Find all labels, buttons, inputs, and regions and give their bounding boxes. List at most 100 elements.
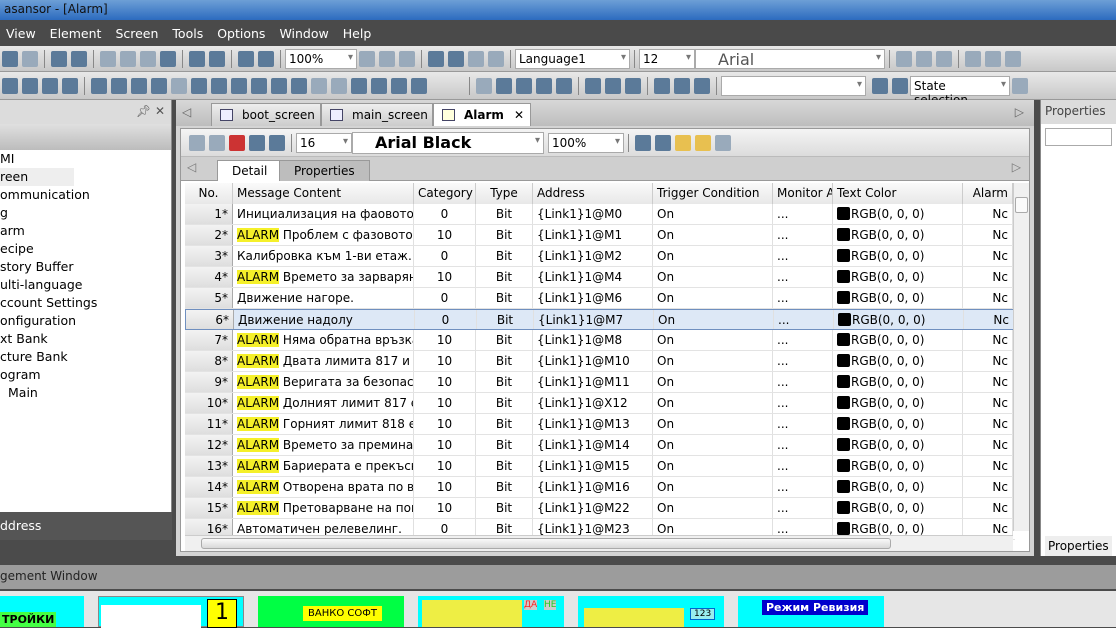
address-panel-tab[interactable]: ddress	[0, 512, 172, 540]
monitor-cell[interactable]: ...	[773, 372, 833, 392]
color-swatch[interactable]	[837, 291, 850, 304]
copy-icon[interactable]	[120, 50, 136, 67]
text-color-cell[interactable]: RGB(0, 0, 0)	[833, 330, 963, 350]
tab-detail[interactable]: Detail	[217, 160, 283, 181]
category-cell[interactable]: 10	[414, 456, 476, 476]
layout10-icon[interactable]	[694, 77, 710, 94]
zoom-fit-icon[interactable]	[399, 50, 415, 67]
message-cell[interactable]: ALARM Горният лимит 818 е от	[233, 414, 414, 434]
category-cell[interactable]: 10	[414, 267, 476, 287]
layout4-icon[interactable]	[556, 77, 572, 94]
address-cell[interactable]: {Link1}1@X12	[533, 393, 653, 413]
row-number[interactable]: 2*	[185, 225, 233, 245]
tree-item[interactable]: reen	[0, 168, 74, 186]
color-swatch[interactable]	[837, 480, 850, 493]
layout5-icon[interactable]	[585, 77, 601, 94]
address-cell[interactable]: {Link1}1@M1	[533, 225, 653, 245]
copy-icon[interactable]	[189, 134, 205, 151]
alarm-cell[interactable]: Nc	[963, 477, 1013, 497]
trigger-cell[interactable]: On	[653, 498, 773, 518]
alarm-cell[interactable]: Nc	[963, 330, 1013, 350]
type-cell[interactable]: Bit	[476, 414, 533, 434]
chart-icon[interactable]	[291, 77, 307, 94]
column-header[interactable]: Monitor Ac	[773, 183, 833, 204]
message-cell[interactable]: Движение надолу	[234, 310, 415, 329]
category-cell[interactable]: 10	[414, 225, 476, 245]
table-row[interactable]: 6* Движение надолу 0 Bit {Link1}1@M7 On... RGB…	[185, 309, 1015, 330]
state-select[interactable]: State selection...	[910, 75, 1010, 107]
link-icon[interactable]	[715, 134, 731, 151]
flip2-icon[interactable]	[488, 50, 504, 67]
undo-icon[interactable]	[51, 50, 67, 67]
text-color-cell[interactable]: RGB(0, 0, 0)	[833, 204, 963, 224]
row-number[interactable]: 8*	[185, 351, 233, 371]
column-header[interactable]: Alarm	[963, 183, 1013, 204]
layout1-icon[interactable]	[496, 77, 512, 94]
folder-import-icon[interactable]	[675, 134, 691, 151]
menu-window[interactable]: Window	[279, 26, 328, 41]
table-row[interactable]: 2*ALARM Проблем с фазовото ре10Bit{Link1…	[185, 225, 1015, 246]
message-cell[interactable]: ALARM Веригата за безопаснос	[233, 372, 414, 392]
tree-item[interactable]: onfiguration	[0, 312, 171, 330]
move-down-icon[interactable]	[249, 134, 265, 151]
category-cell[interactable]: 10	[414, 372, 476, 392]
monitor-cell[interactable]: ...	[773, 246, 833, 266]
align-left-icon[interactable]	[896, 50, 912, 67]
align-middle-icon[interactable]	[985, 50, 1001, 67]
tab-properties[interactable]: Properties	[279, 160, 370, 181]
layout6-icon[interactable]	[605, 77, 621, 94]
table-row[interactable]: 13*ALARM Бариерата е прекъсната10Bit{Lin…	[185, 456, 1015, 477]
alarm-cell[interactable]: Nc	[963, 456, 1013, 476]
trigger-cell[interactable]: On	[653, 204, 773, 224]
layout3-icon[interactable]	[536, 77, 552, 94]
type-cell[interactable]: Bit	[476, 288, 533, 308]
scrollbar-thumb[interactable]	[201, 538, 891, 549]
element-select[interactable]	[721, 75, 866, 96]
menu-help[interactable]: Help	[343, 26, 372, 41]
category-cell[interactable]: 0	[414, 288, 476, 308]
tree-item[interactable]: arm	[0, 222, 171, 240]
type-cell[interactable]: Bit	[476, 393, 533, 413]
color-swatch[interactable]	[837, 228, 850, 241]
category-cell[interactable]: 10	[414, 330, 476, 350]
menu-tools[interactable]: Tools	[172, 26, 203, 41]
address-cell[interactable]: {Link1}1@M13	[533, 414, 653, 434]
thumbnail-main[interactable]: ВАНКО СОФТ	[258, 596, 404, 627]
row-number[interactable]: 4*	[185, 267, 233, 287]
monitor-cell[interactable]: ...	[773, 267, 833, 287]
row-number[interactable]: 15*	[185, 498, 233, 518]
zoom-out-icon[interactable]	[379, 50, 395, 67]
message-cell[interactable]: Инициализация на фаовото ре	[233, 204, 414, 224]
alarm-cell[interactable]: Nc	[963, 288, 1013, 308]
table-row[interactable]: 15*ALARM Претоварване на помпа10Bit{Link…	[185, 498, 1015, 519]
type-cell[interactable]: Bit	[476, 477, 533, 497]
menu-view[interactable]: View	[6, 26, 36, 41]
close-icon[interactable]: ✕	[155, 104, 165, 118]
category-cell[interactable]: 10	[414, 477, 476, 497]
scale-icon[interactable]	[42, 77, 58, 94]
column-header[interactable]: Address	[533, 183, 653, 204]
monitor-cell[interactable]: ...	[773, 435, 833, 455]
print-icon[interactable]	[238, 50, 254, 67]
updown-icon[interactable]	[411, 77, 427, 94]
table-row[interactable]: 7*ALARM Няма обратна връзка от10Bit{Link…	[185, 330, 1015, 351]
zoom-select[interactable]: 100%	[548, 132, 624, 153]
layout2-icon[interactable]	[516, 77, 532, 94]
text-color-cell[interactable]: RGB(0, 0, 0)	[833, 414, 963, 434]
align-right-icon[interactable]	[936, 50, 952, 67]
monitor-cell[interactable]: ...	[773, 225, 833, 245]
tab-scroll-left-icon[interactable]: ◁	[182, 105, 191, 119]
monitor-cell[interactable]: ...	[773, 351, 833, 371]
category-cell[interactable]: 0	[415, 310, 477, 329]
zoom-select[interactable]: 100%	[285, 48, 357, 69]
tab-alarm[interactable]: Alarm ✕	[433, 103, 531, 126]
delete-icon[interactable]	[229, 134, 245, 151]
category-cell[interactable]: 0	[414, 204, 476, 224]
alarm-cell[interactable]: Nc	[963, 498, 1013, 518]
paste-icon[interactable]	[209, 134, 225, 151]
tree-item[interactable]: ommunication	[0, 186, 171, 204]
tree-item[interactable]: xt Bank	[0, 330, 171, 348]
category-cell[interactable]: 10	[414, 498, 476, 518]
text-color-cell[interactable]: RGB(0, 0, 0)	[833, 351, 963, 371]
type-cell[interactable]: Bit	[476, 456, 533, 476]
